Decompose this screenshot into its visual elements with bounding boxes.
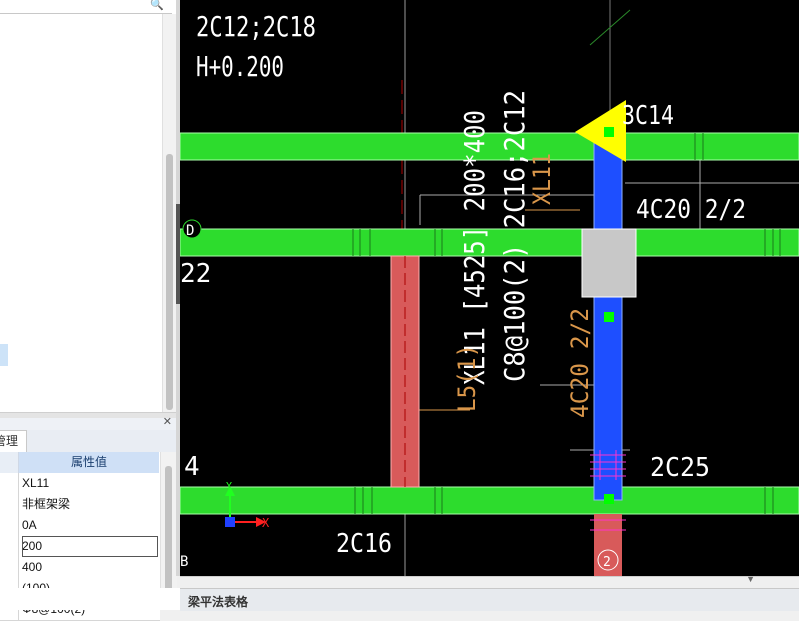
property-row[interactable]: 400 bbox=[0, 557, 160, 579]
property-row[interactable]: XL11 bbox=[0, 473, 160, 495]
cad-drawing-canvas[interactable]: D 2 2C12;2C18 H+0.200 3C14 4C20 2/2 2C25… bbox=[180, 0, 799, 576]
property-value-editor[interactable]: 200 bbox=[22, 536, 158, 557]
property-value[interactable]: XL11 bbox=[22, 473, 158, 494]
search-input[interactable]: 🔍 bbox=[0, 0, 172, 14]
bottom-left-spacer bbox=[0, 588, 180, 610]
header-key-cell bbox=[0, 452, 19, 473]
search-icon[interactable]: 🔍 bbox=[150, 0, 164, 11]
rebar-label-top: 2C12;2C18 bbox=[196, 10, 316, 43]
rebar-label-c14: 3C14 bbox=[622, 101, 674, 131]
tree-scrollbar-thumb[interactable] bbox=[166, 154, 173, 410]
rebar-label-c20-vertical: 4C20 2/2 bbox=[566, 308, 594, 418]
property-value[interactable]: 0A bbox=[22, 515, 158, 536]
beam-table-panel: 梁平法表格 bbox=[180, 588, 799, 611]
property-value[interactable]: 400 bbox=[22, 557, 158, 578]
property-row[interactable]: 200 bbox=[0, 536, 160, 558]
property-value[interactable]: 非框架梁 bbox=[22, 494, 158, 515]
grip-point[interactable] bbox=[604, 494, 614, 504]
edge-label-4: 4 bbox=[184, 452, 200, 482]
header-value-cell: 属性值 bbox=[19, 452, 159, 473]
property-row[interactable]: 0A bbox=[0, 515, 160, 537]
grip-point[interactable] bbox=[604, 312, 614, 322]
property-key bbox=[0, 494, 19, 515]
beam-table-title[interactable]: 梁平法表格 bbox=[188, 593, 248, 610]
beam-horizontal[interactable] bbox=[180, 486, 799, 515]
beam-label-main: XL11 [4525] 200*400 bbox=[458, 110, 491, 385]
axis-label-d: D bbox=[186, 223, 194, 239]
property-key bbox=[0, 557, 19, 578]
grip-point[interactable] bbox=[604, 127, 614, 137]
property-key bbox=[0, 473, 19, 494]
column[interactable] bbox=[581, 228, 637, 298]
beam-label-xl11-small: XL11 bbox=[528, 153, 556, 205]
properties-header-row: 属性值 bbox=[0, 452, 160, 473]
tree-scrollbar[interactable] bbox=[162, 14, 176, 412]
axis-label-2: 2 bbox=[603, 555, 611, 570]
ucs-y-label: Y bbox=[226, 481, 232, 492]
properties-scrollbar[interactable] bbox=[160, 452, 177, 610]
left-panel: 🔍 ✕ 管理 属性值 XL11 非框架梁 0A 200 bbox=[0, 0, 177, 621]
chevron-down-icon[interactable]: ▼ bbox=[746, 574, 755, 584]
beam-label-stirrup: C8@100(2) 2C16;2C12 bbox=[498, 90, 531, 382]
elevation-label: H+0.200 bbox=[196, 50, 284, 83]
edge-label-b: B bbox=[180, 554, 188, 570]
cad-drawing[interactable]: D 2 2C12;2C18 H+0.200 3C14 4C20 2/2 2C25… bbox=[180, 0, 799, 576]
edge-label-22: 22 bbox=[180, 259, 211, 289]
tree-selected-item[interactable] bbox=[0, 344, 8, 366]
close-icon[interactable]: ✕ bbox=[163, 415, 172, 428]
ucs-x-label: X bbox=[262, 516, 270, 530]
properties-header: ✕ bbox=[0, 415, 176, 430]
property-key bbox=[0, 536, 19, 557]
rebar-label-c20: 4C20 2/2 bbox=[636, 195, 746, 225]
component-tree[interactable] bbox=[0, 14, 162, 412]
rebar-label-c25: 2C25 bbox=[650, 453, 710, 483]
property-row[interactable]: 非框架梁 bbox=[0, 494, 160, 516]
property-key bbox=[0, 515, 19, 536]
tab-manage[interactable]: 管理 bbox=[0, 430, 27, 452]
rebar-label-c16: 2C16 bbox=[336, 529, 392, 559]
properties-tab-row: 管理 bbox=[0, 430, 176, 453]
beam-label-l5: L5(1) bbox=[453, 344, 481, 412]
